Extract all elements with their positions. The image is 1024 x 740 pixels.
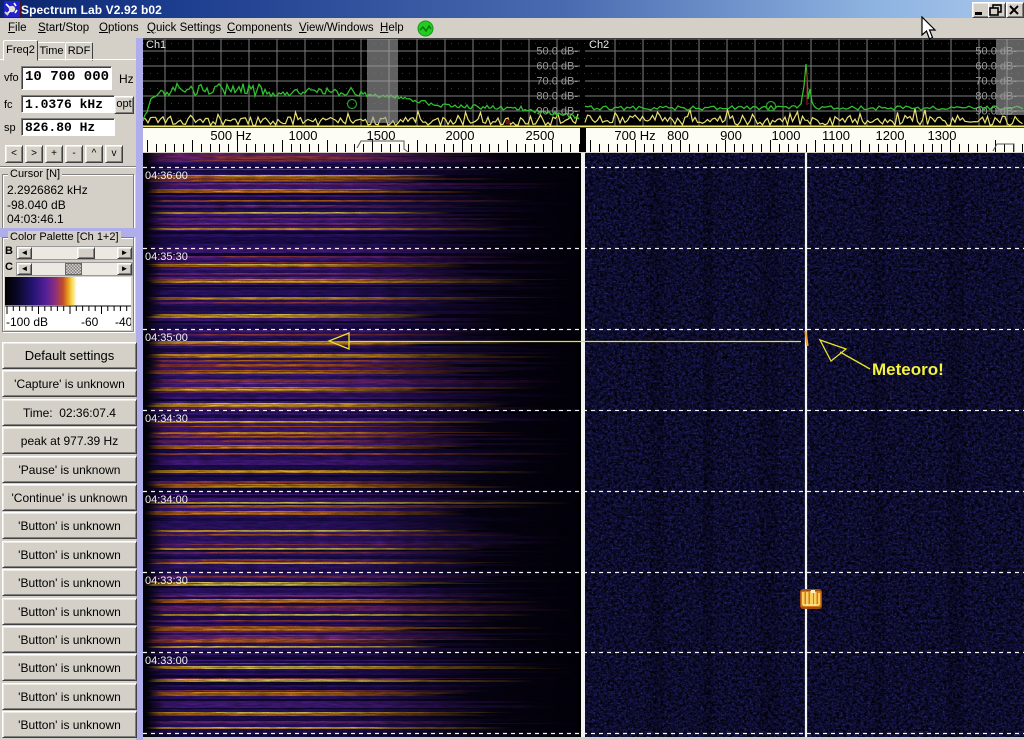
svg-text:1000: 1000	[772, 128, 801, 143]
svg-text:70.0 dB-: 70.0 dB-	[975, 76, 1017, 88]
svg-text:50.0 dB-: 50.0 dB-	[536, 46, 578, 58]
svg-text:-40: -40	[115, 315, 131, 329]
svg-text:60.0 dB-: 60.0 dB-	[975, 61, 1017, 73]
svg-text:90.0 dB-: 90.0 dB-	[975, 106, 1017, 118]
svg-text:900: 900	[720, 128, 742, 143]
svg-text:2000: 2000	[446, 128, 475, 143]
svg-text:2500: 2500	[526, 128, 555, 143]
svg-text:04:33:30: 04:33:30	[145, 575, 188, 587]
svg-text:90.0 dB-: 90.0 dB-	[536, 106, 578, 118]
svg-text:50.0 dB-: 50.0 dB-	[975, 46, 1017, 58]
svg-text:Ch1: Ch1	[146, 39, 166, 51]
svg-text:04:33:00: 04:33:00	[145, 655, 188, 667]
svg-text:1000: 1000	[289, 128, 318, 143]
svg-text:04:34:30: 04:34:30	[145, 413, 188, 425]
svg-text:1100: 1100	[822, 128, 850, 143]
svg-text:80.0 dB-: 80.0 dB-	[536, 91, 578, 103]
svg-text:-100 dB: -100 dB	[6, 315, 48, 329]
svg-text:80.0 dB-: 80.0 dB-	[975, 91, 1017, 103]
svg-text:Meteoro!: Meteoro!	[872, 360, 944, 379]
svg-text:Ch2: Ch2	[589, 39, 609, 51]
svg-text:04:35:00: 04:35:00	[145, 332, 188, 344]
svg-text:60.0 dB-: 60.0 dB-	[536, 61, 578, 73]
svg-text:04:34:00: 04:34:00	[145, 494, 188, 506]
svg-text:-60: -60	[81, 315, 99, 329]
svg-text:70.0 dB-: 70.0 dB-	[536, 76, 578, 88]
svg-text:04:35:30: 04:35:30	[145, 251, 188, 263]
svg-text:1200: 1200	[876, 128, 905, 143]
svg-text:500 Hz: 500 Hz	[210, 128, 251, 143]
svg-text:700 Hz: 700 Hz	[614, 128, 655, 143]
svg-text:800: 800	[667, 128, 689, 143]
svg-text:1300: 1300	[928, 128, 957, 143]
svg-text:04:36:00: 04:36:00	[145, 170, 188, 182]
